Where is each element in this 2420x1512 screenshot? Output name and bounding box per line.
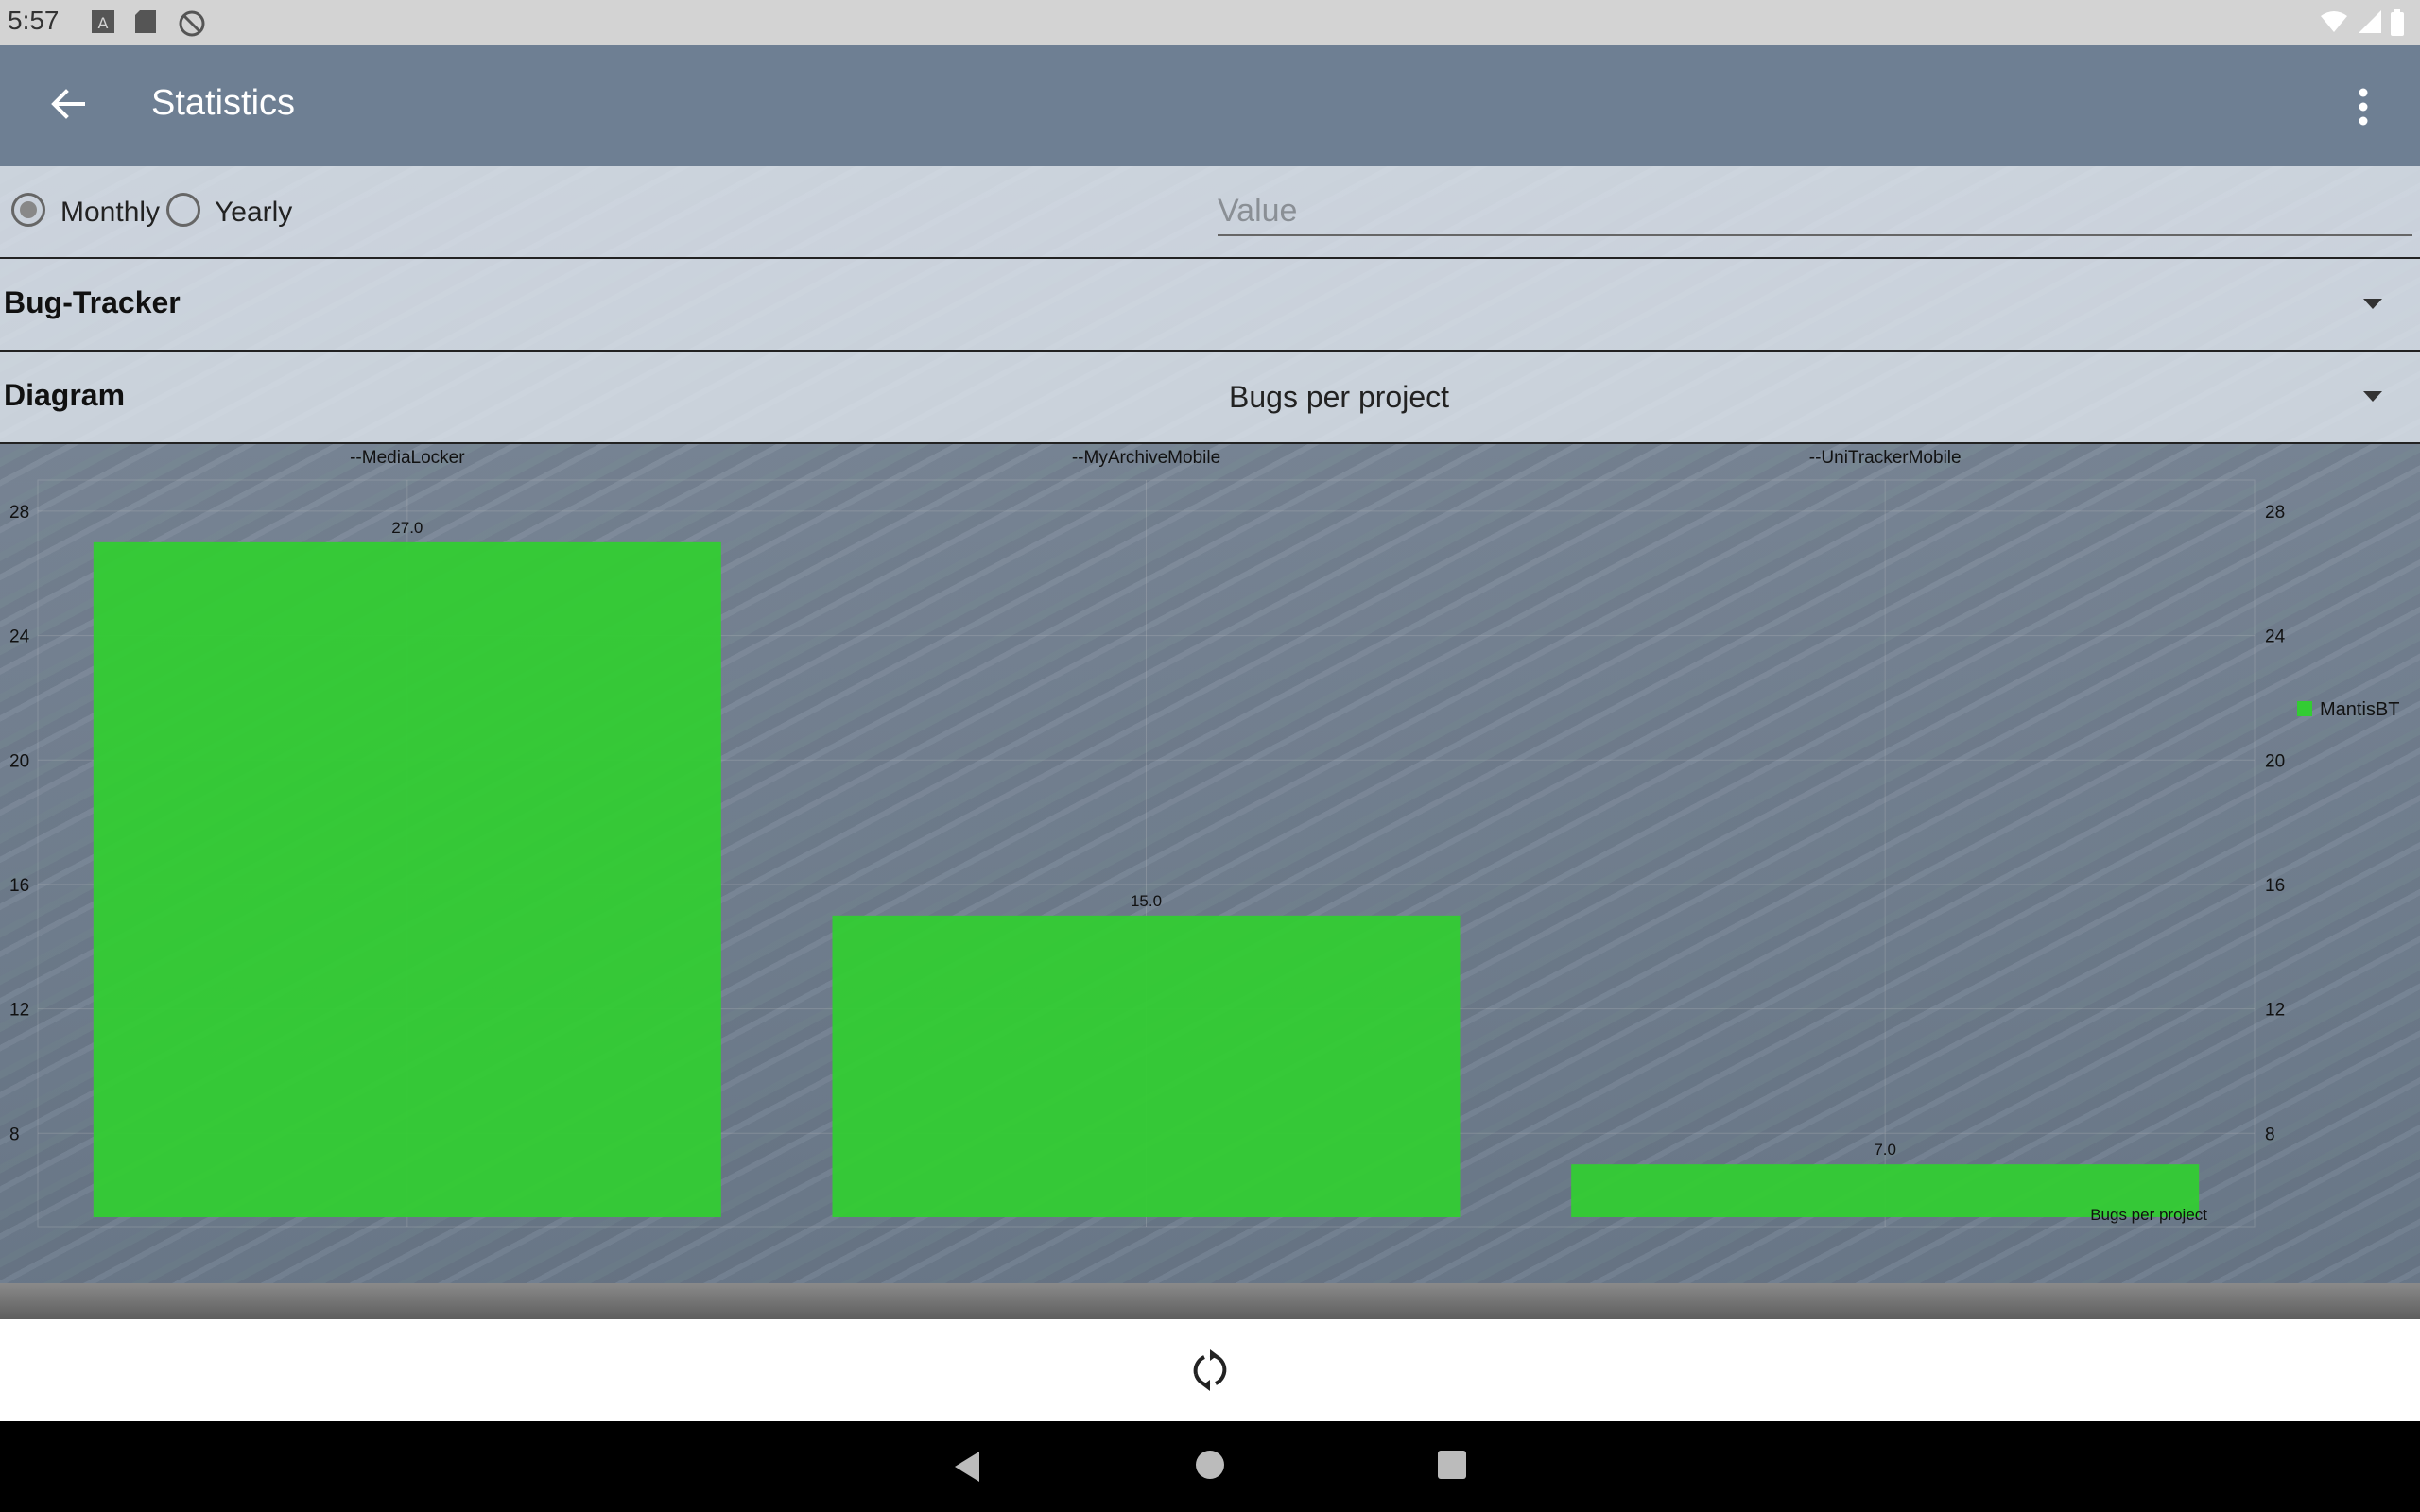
y-tick-label-right: 16 [2265, 876, 2285, 896]
battery-icon [2391, 9, 2404, 36]
page-title: Statistics [151, 83, 296, 123]
bar-value-label: 15.0 [1131, 892, 1162, 910]
system-nav-bar [0, 1421, 2420, 1512]
sd-card-icon [135, 10, 156, 33]
yearly-radio[interactable] [166, 193, 200, 227]
diagram-label: Diagram [4, 378, 126, 412]
bar-value-label: 27.0 [391, 519, 423, 537]
dropdown-arrow-icon[interactable] [2363, 391, 2382, 402]
legend-label: MantisBT [2320, 699, 2399, 720]
chart-description: Bugs per project [2090, 1206, 2207, 1224]
dropdown-arrow-icon[interactable] [2363, 299, 2382, 309]
y-tick-label-left: 12 [9, 1001, 29, 1021]
bug-tracker-label: Bug-Tracker [4, 285, 181, 319]
nav-back-icon[interactable] [951, 1450, 983, 1484]
nav-home-icon[interactable] [1195, 1450, 1225, 1480]
bar-value-label: 7.0 [1874, 1141, 1896, 1159]
x-category-label: --UniTrackerMobile [1809, 448, 1962, 468]
y-tick-label-right: 12 [2265, 1001, 2285, 1021]
main-content: Monthly Yearly Bug-Tracker Diagram Bugs … [0, 166, 2420, 1319]
app-toolbar: Statistics [0, 45, 2420, 166]
x-category-label: --MediaLocker [350, 448, 465, 468]
sync-disabled-icon [179, 10, 205, 37]
arrow-back-icon[interactable] [47, 83, 89, 125]
y-tick-label-left: 28 [9, 503, 29, 523]
horizontal-scrollbar[interactable] [0, 1283, 2420, 1319]
bar-chart: 8 8 12 12 16 16 20 20 24 24 28 28 --MediaLocker 27.0 -… [9, 448, 2399, 1228]
y-tick-label-left: 20 [9, 751, 29, 771]
status-bar: 5:57 A [0, 0, 2420, 45]
status-time: 5:57 [8, 6, 60, 35]
yearly-label[interactable]: Yearly [215, 197, 292, 229]
bottom-bar [0, 1319, 2420, 1421]
y-tick-label-left: 8 [9, 1125, 20, 1144]
legend-swatch [2297, 701, 2312, 716]
y-tick-label-left: 16 [9, 876, 29, 896]
y-tick-label-right: 8 [2265, 1125, 2275, 1144]
monthly-radio[interactable] [11, 193, 45, 227]
x-category-label: --MyArchiveMobile [1072, 448, 1220, 468]
bug-tracker-spinner[interactable]: Bug-Tracker [0, 259, 2420, 352]
y-tick-label-right: 20 [2265, 751, 2285, 771]
more-vert-icon[interactable] [2344, 83, 2382, 130]
y-tick-label-left: 24 [9, 627, 30, 647]
bar [832, 915, 1461, 1217]
wifi-icon [2321, 11, 2347, 32]
diagram-value: Bugs per project [1229, 380, 1450, 414]
refresh-icon[interactable] [1187, 1348, 1233, 1393]
a-notification-icon: A [92, 10, 114, 33]
y-tick-label-right: 28 [2265, 503, 2285, 523]
monthly-label[interactable]: Monthly [60, 197, 160, 229]
diagram-spinner[interactable]: Diagram Bugs per project [0, 352, 2420, 444]
svg-text:A: A [98, 14, 109, 32]
value-input[interactable] [1218, 187, 2412, 236]
bar [93, 541, 721, 1217]
period-filter-row: Monthly Yearly [0, 166, 2420, 259]
nav-recents-icon[interactable] [1437, 1450, 1467, 1480]
y-tick-label-right: 24 [2265, 627, 2286, 647]
signal-icon [2359, 10, 2381, 33]
